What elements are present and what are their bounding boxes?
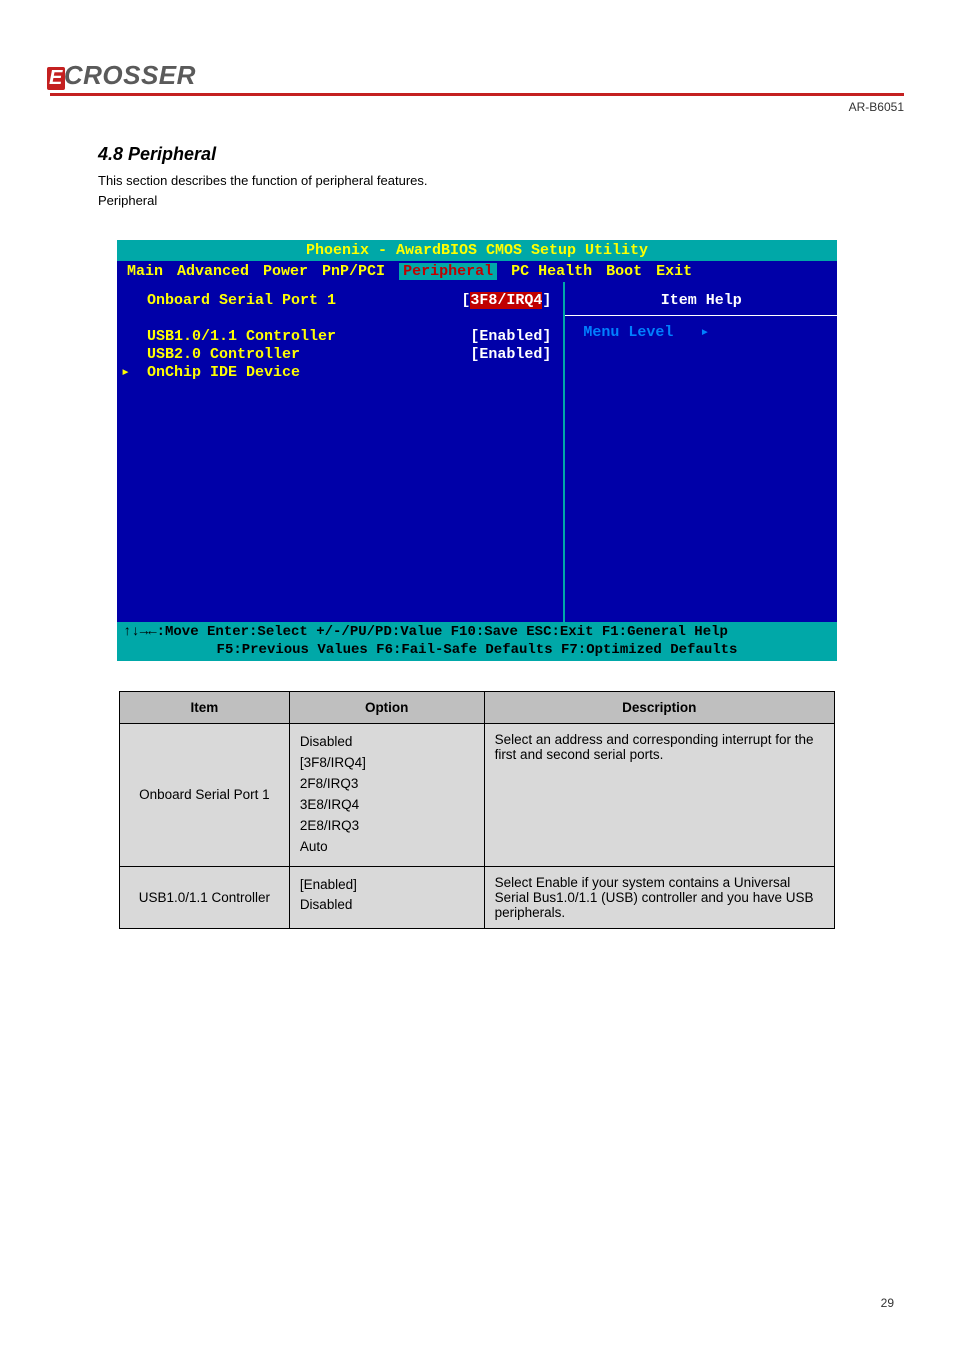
bios-footer-line1: ↑↓→←:Move Enter:Select +/-/PU/PD:Value F… [123, 624, 831, 642]
table-cell-options: Disabled [3F8/IRQ4] 2F8/IRQ3 3E8/IRQ4 2E… [289, 724, 484, 867]
logo-e-icon: E [47, 67, 65, 90]
bios-menu-pnppci[interactable]: PnP/PCI [322, 263, 385, 280]
table-row: Onboard Serial Port 1 Disabled [3F8/IRQ4… [120, 724, 835, 867]
header-bar: ECROSSER [50, 60, 904, 96]
settings-table: Item Option Description Onboard Serial P… [119, 691, 835, 929]
table-header-item: Item [120, 692, 290, 724]
bios-label: OnChip IDE Device [129, 364, 300, 382]
bios-label: Onboard Serial Port 1 [129, 292, 336, 310]
table-row: USB1.0/1.1 Controller [Enabled] Disabled… [120, 866, 835, 928]
bios-menu-main[interactable]: Main [127, 263, 163, 280]
bios-value: [3F8/IRQ4] [461, 292, 551, 310]
bios-help-menu-level: Menu Level ▸ [577, 322, 825, 341]
table-cell-description: Select an address and corresponding inte… [484, 724, 834, 867]
table-cell-description: Select Enable if your system contains a … [484, 866, 834, 928]
menu-level-arrow-icon: ▸ [700, 324, 709, 341]
table-cell-options: [Enabled] Disabled [289, 866, 484, 928]
section-title: 4.8 Peripheral [98, 144, 904, 165]
bios-value: [Enabled] [470, 346, 551, 364]
model-number: AR-B6051 [50, 100, 904, 114]
bios-row-ide-submenu[interactable]: ▸ OnChip IDE Device [129, 364, 551, 382]
bios-row-serial-port[interactable]: Onboard Serial Port 1 [3F8/IRQ4] [129, 292, 551, 310]
logo: ECROSSER [50, 60, 196, 91]
table-header-option: Option [289, 692, 484, 724]
bios-footer: ↑↓→←:Move Enter:Select +/-/PU/PD:Value F… [117, 622, 837, 661]
bios-help-pane: Item Help Menu Level ▸ [565, 282, 837, 622]
bios-screenshot: Phoenix - AwardBIOS CMOS Setup Utility M… [117, 240, 837, 661]
bios-menu-exit[interactable]: Exit [656, 263, 692, 280]
bios-row-usb10[interactable]: USB1.0/1.1 Controller [Enabled] [129, 328, 551, 346]
bios-value: [Enabled] [470, 328, 551, 346]
bios-menu-advanced[interactable]: Advanced [177, 263, 249, 280]
bios-label: USB1.0/1.1 Controller [129, 328, 336, 346]
logo-text: CROSSER [64, 60, 196, 91]
bios-help-title: Item Help [577, 292, 825, 309]
page-number: 29 [881, 1296, 894, 1310]
bios-row-usb20[interactable]: USB2.0 Controller [Enabled] [129, 346, 551, 364]
bios-menu-bar: Main Advanced Power PnP/PCI Peripheral P… [117, 261, 837, 282]
bios-menu-peripheral[interactable]: Peripheral [399, 263, 497, 280]
table-cell-item: Onboard Serial Port 1 [120, 724, 290, 867]
bios-footer-line2: F5:Previous Values F6:Fail-Safe Defaults… [123, 642, 831, 660]
table-cell-item: USB1.0/1.1 Controller [120, 866, 290, 928]
bios-menu-pchealth[interactable]: PC Health [511, 263, 592, 280]
bios-title: Phoenix - AwardBIOS CMOS Setup Utility [117, 240, 837, 261]
bios-label: USB2.0 Controller [129, 346, 300, 364]
section-description: This section describes the function of p… [98, 171, 904, 210]
bios-menu-boot[interactable]: Boot [606, 263, 642, 280]
bios-menu-power[interactable]: Power [263, 263, 308, 280]
table-header-description: Description [484, 692, 834, 724]
submenu-triangle-icon: ▸ [121, 364, 130, 382]
bios-settings-pane: Onboard Serial Port 1 [3F8/IRQ4] USB1.0/… [117, 282, 565, 622]
